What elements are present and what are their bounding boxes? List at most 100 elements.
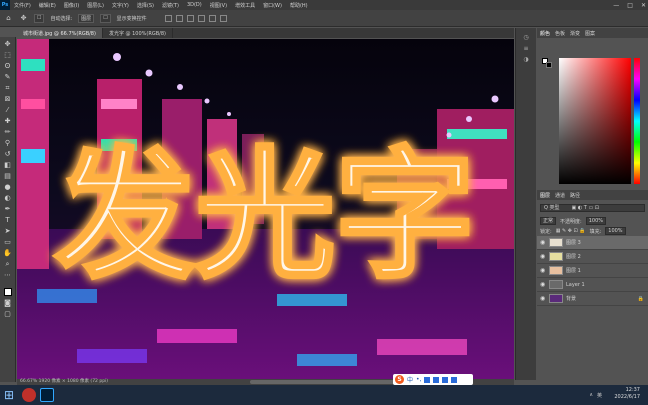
gradient-tool-icon[interactable]: ▤ — [3, 172, 12, 180]
tab-layers[interactable]: 图层 — [540, 192, 550, 199]
photoshop-logo-icon[interactable]: Ps — [0, 0, 10, 10]
layer-row[interactable]: ◉ 图层 3 — [537, 236, 648, 250]
move-tool-icon[interactable]: ✥ — [3, 40, 12, 48]
layer-row[interactable]: ◉ 图层 2 — [537, 250, 648, 264]
recorder-app-icon[interactable] — [22, 388, 36, 402]
tab-color[interactable]: 颜色 — [540, 30, 550, 37]
blend-mode-select[interactable]: 正常 — [540, 217, 557, 225]
shape-tool-icon[interactable]: ▭ — [3, 238, 12, 246]
menu-plugins[interactable]: 增效工具 — [231, 2, 259, 9]
tray-language[interactable]: 英 — [597, 392, 602, 399]
crop-tool-icon[interactable]: ⌗ — [3, 84, 12, 92]
layer-row[interactable]: ◉ Layer 1 — [537, 278, 648, 292]
quick-select-tool-icon[interactable]: ✎ — [3, 73, 12, 81]
foreground-color-swatch[interactable] — [3, 288, 12, 296]
align-center-icon[interactable] — [175, 14, 183, 22]
ime-skin-icon[interactable] — [442, 376, 449, 383]
layer-row[interactable]: ◉ 图层 1 — [537, 264, 648, 278]
maximize-icon[interactable]: □ — [627, 2, 633, 9]
brush-tool-icon[interactable]: ✏ — [3, 128, 12, 136]
menu-filter[interactable]: 滤镜(T) — [158, 2, 183, 9]
tray-expand-icon[interactable]: ∧ — [589, 392, 593, 399]
ime-voice-icon[interactable] — [424, 376, 431, 383]
minimize-icon[interactable]: — — [613, 2, 619, 9]
eyedropper-tool-icon[interactable]: ⁄ — [3, 106, 12, 114]
menu-help[interactable]: 帮助(H) — [286, 2, 312, 9]
eraser-tool-icon[interactable]: ◧ — [3, 161, 12, 169]
auto-select-checkbox[interactable]: ☐ — [34, 13, 45, 23]
menu-view[interactable]: 视图(V) — [206, 2, 231, 9]
quick-mask-icon[interactable]: ◙ — [3, 299, 12, 307]
panel-background-swatch[interactable] — [546, 62, 552, 68]
opacity-input[interactable]: 100% — [585, 217, 606, 225]
visibility-eye-icon[interactable]: ◉ — [540, 281, 546, 288]
align-middle-icon[interactable] — [208, 14, 216, 22]
home-icon[interactable]: ⌂ — [4, 14, 13, 22]
windows-start-icon[interactable]: ⊞ — [0, 385, 18, 405]
tab-document-2[interactable]: 发光字 @ 100%(RGB/8) — [103, 28, 173, 38]
menu-image[interactable]: 图像(I) — [60, 2, 83, 9]
auto-select-dropdown[interactable]: 图层 — [78, 13, 95, 23]
layer-filter-kind[interactable]: Q 类型 — [544, 205, 560, 211]
document-canvas[interactable]: 发光字 — [17, 39, 514, 379]
visibility-eye-icon[interactable]: ◉ — [540, 253, 546, 260]
layer-row[interactable]: ◉ 背景 🔒 — [537, 292, 648, 306]
visibility-eye-icon[interactable]: ◉ — [540, 267, 546, 274]
align-bottom-icon[interactable] — [219, 14, 227, 22]
adjustments-panel-icon[interactable]: ◑ — [523, 56, 528, 63]
hand-tool-icon[interactable]: ✋ — [3, 249, 12, 257]
visibility-eye-icon[interactable]: ◉ — [540, 295, 546, 302]
layer-name: 图层 3 — [566, 240, 581, 246]
photoshop-app-icon[interactable] — [40, 388, 54, 402]
menu-3d[interactable]: 3D(D) — [183, 2, 206, 8]
lock-icons[interactable]: ▦ ✎ ✥ ⊡ 🔒 — [556, 228, 586, 234]
blur-tool-icon[interactable]: ● — [3, 183, 12, 191]
tab-swatches[interactable]: 色板 — [555, 30, 565, 37]
dodge-tool-icon[interactable]: ◐ — [3, 194, 12, 202]
clock[interactable]: 12:37 2022/6/17 — [614, 387, 640, 401]
history-brush-icon[interactable]: ↺ — [3, 150, 12, 158]
menu-file[interactable]: 文件(F) — [10, 2, 35, 9]
menu-type[interactable]: 文字(Y) — [108, 2, 133, 9]
hue-slider[interactable] — [634, 58, 640, 184]
ime-mode[interactable]: 中 — [407, 375, 413, 384]
lasso-tool-icon[interactable]: ʘ — [3, 62, 12, 70]
close-icon[interactable]: ✕ — [641, 2, 646, 9]
sogou-ime-icon[interactable]: S — [395, 375, 404, 384]
window-controls: — □ ✕ — [613, 0, 646, 10]
zoom-tool-icon[interactable]: ⌕ — [3, 260, 12, 268]
tab-gradients[interactable]: 渐变 — [570, 30, 580, 37]
fill-input[interactable]: 100% — [605, 227, 626, 235]
tab-paths[interactable]: 路径 — [570, 192, 580, 199]
zoom-level[interactable]: 66.67% — [20, 379, 37, 384]
frame-tool-icon[interactable]: ⊠ — [3, 95, 12, 103]
screen-mode-icon[interactable]: ▢ — [3, 310, 12, 318]
tab-document-1[interactable]: 城市街道.jpg @ 66.7%(RGB/8) — [17, 28, 103, 38]
tab-channels[interactable]: 通道 — [555, 192, 565, 199]
align-right-icon[interactable] — [186, 14, 194, 22]
menu-edit[interactable]: 编辑(E) — [35, 2, 60, 9]
menu-window[interactable]: 窗口(W) — [259, 2, 286, 9]
align-left-icon[interactable] — [164, 14, 172, 22]
pen-tool-icon[interactable]: ✒ — [3, 205, 12, 213]
stamp-tool-icon[interactable]: ⚲ — [3, 139, 12, 147]
ime-keyboard-icon[interactable] — [433, 376, 440, 383]
history-panel-icon[interactable]: ◷ — [523, 34, 528, 41]
properties-panel-icon[interactable]: ≡ — [523, 45, 528, 52]
layer-filter[interactable]: Q 类型 ▣ ◐ T ▭ ⊡ — [540, 204, 645, 212]
move-tool-icon[interactable]: ✥ — [19, 14, 28, 22]
type-tool-icon[interactable]: T — [3, 216, 12, 224]
align-top-icon[interactable] — [197, 14, 205, 22]
path-select-icon[interactable]: ➤ — [3, 227, 12, 235]
saturation-value-field[interactable] — [559, 58, 631, 184]
marquee-tool-icon[interactable]: ⬚ — [3, 51, 12, 59]
healing-tool-icon[interactable]: ✚ — [3, 117, 12, 125]
tab-patterns[interactable]: 图案 — [585, 30, 595, 37]
more-tools-icon[interactable]: ⋯ — [3, 271, 12, 279]
menu-select[interactable]: 选择(S) — [133, 2, 158, 9]
ime-punctuation-icon[interactable]: •, — [416, 376, 421, 383]
visibility-eye-icon[interactable]: ◉ — [540, 239, 546, 246]
menu-layer[interactable]: 图层(L) — [83, 2, 108, 9]
show-transform-checkbox[interactable]: ☐ — [100, 13, 111, 23]
ime-toolbox-icon[interactable] — [451, 376, 458, 383]
